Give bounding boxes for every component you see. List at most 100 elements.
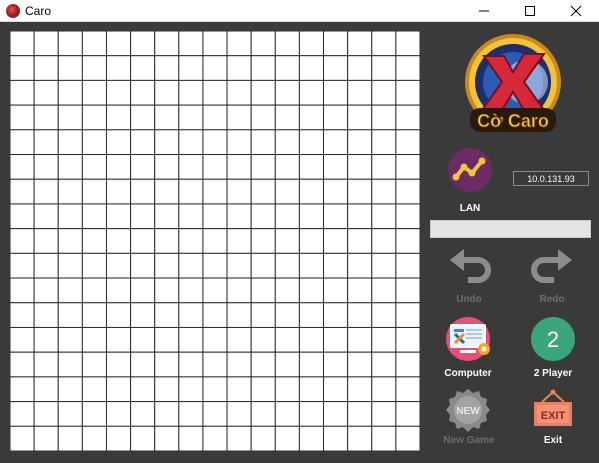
board-cell[interactable] xyxy=(347,401,373,427)
board-cell[interactable] xyxy=(10,326,35,353)
board-cell[interactable] xyxy=(33,228,59,254)
board-cell[interactable] xyxy=(298,425,325,451)
board-cell[interactable] xyxy=(178,228,204,254)
board-cell[interactable] xyxy=(130,425,156,451)
board-cell[interactable] xyxy=(178,326,204,353)
board-cell[interactable] xyxy=(250,326,276,353)
board-cell[interactable] xyxy=(250,277,276,304)
board-cell[interactable] xyxy=(371,376,397,403)
board-cell[interactable] xyxy=(298,79,325,106)
board-cell[interactable] xyxy=(395,203,420,230)
board-cell[interactable] xyxy=(323,129,349,156)
board-cell[interactable] xyxy=(154,154,180,180)
board-cell[interactable] xyxy=(298,376,325,403)
board-cell[interactable] xyxy=(395,129,420,156)
board-cell[interactable] xyxy=(347,203,373,230)
board-cell[interactable] xyxy=(202,79,228,106)
board-cell[interactable] xyxy=(226,228,252,254)
board-cell[interactable] xyxy=(178,203,204,230)
board-cell[interactable] xyxy=(81,129,107,156)
board-cell[interactable] xyxy=(57,277,83,304)
board-cell[interactable] xyxy=(10,129,35,156)
board-cell[interactable] xyxy=(130,55,156,81)
board-cell[interactable] xyxy=(33,178,59,205)
board-cell[interactable] xyxy=(323,104,349,131)
board-cell[interactable] xyxy=(250,104,276,131)
board-cell[interactable] xyxy=(130,351,156,378)
board-cell[interactable] xyxy=(202,203,228,230)
board-cell[interactable] xyxy=(250,425,276,451)
board-cell[interactable] xyxy=(371,302,397,328)
board-cell[interactable] xyxy=(347,302,373,328)
board-cell[interactable] xyxy=(10,351,35,378)
board-cell[interactable] xyxy=(298,228,325,254)
board-cell[interactable] xyxy=(154,129,180,156)
exit-button[interactable]: EXIT xyxy=(523,388,583,438)
board-cell[interactable] xyxy=(33,55,59,81)
board-cell[interactable] xyxy=(323,252,349,279)
board-cell[interactable] xyxy=(57,351,83,378)
board-cell[interactable] xyxy=(81,252,107,279)
board-cell[interactable] xyxy=(178,55,204,81)
board-cell[interactable] xyxy=(395,79,420,106)
board-cell[interactable] xyxy=(178,154,204,180)
board-cell[interactable] xyxy=(178,425,204,451)
board-cell[interactable] xyxy=(274,104,300,131)
board-cell[interactable] xyxy=(202,277,228,304)
board-cell[interactable] xyxy=(33,154,59,180)
board-cell[interactable] xyxy=(347,351,373,378)
board-cell[interactable] xyxy=(274,154,300,180)
board-cell[interactable] xyxy=(323,203,349,230)
board-cell[interactable] xyxy=(130,31,156,57)
board-cell[interactable] xyxy=(105,129,132,156)
board-cell[interactable] xyxy=(154,252,180,279)
board-cell[interactable] xyxy=(250,178,276,205)
board-cell[interactable] xyxy=(298,178,325,205)
board-cell[interactable] xyxy=(323,277,349,304)
board-cell[interactable] xyxy=(274,401,300,427)
board-cell[interactable] xyxy=(274,351,300,378)
board-cell[interactable] xyxy=(298,326,325,353)
board-cell[interactable] xyxy=(202,55,228,81)
board-cell[interactable] xyxy=(250,55,276,81)
board-cell[interactable] xyxy=(81,79,107,106)
board-cell[interactable] xyxy=(178,351,204,378)
board-cell[interactable] xyxy=(371,351,397,378)
board-cell[interactable] xyxy=(226,277,252,304)
board-cell[interactable] xyxy=(323,228,349,254)
board-cell[interactable] xyxy=(81,55,107,81)
board-cell[interactable] xyxy=(57,129,83,156)
board-cell[interactable] xyxy=(226,425,252,451)
board-cell[interactable] xyxy=(105,425,132,451)
board-cell[interactable] xyxy=(371,178,397,205)
board-cell[interactable] xyxy=(226,129,252,156)
board-cell[interactable] xyxy=(57,302,83,328)
board-cell[interactable] xyxy=(154,277,180,304)
board-cell[interactable] xyxy=(154,351,180,378)
board-cell[interactable] xyxy=(250,376,276,403)
board-cell[interactable] xyxy=(10,104,35,131)
board-cell[interactable] xyxy=(226,203,252,230)
board-cell[interactable] xyxy=(347,252,373,279)
board-cell[interactable] xyxy=(130,154,156,180)
board-cell[interactable] xyxy=(202,401,228,427)
board-cell[interactable] xyxy=(395,228,420,254)
board-cell[interactable] xyxy=(105,277,132,304)
board-cell[interactable] xyxy=(81,178,107,205)
board-cell[interactable] xyxy=(33,351,59,378)
board-cell[interactable] xyxy=(323,79,349,106)
board-cell[interactable] xyxy=(10,425,35,451)
board-cell[interactable] xyxy=(154,178,180,205)
board-cell[interactable] xyxy=(81,104,107,131)
redo-button[interactable] xyxy=(522,246,582,296)
board-cell[interactable] xyxy=(371,31,397,57)
board-cell[interactable] xyxy=(323,326,349,353)
board-cell[interactable] xyxy=(202,252,228,279)
board-cell[interactable] xyxy=(250,31,276,57)
board-cell[interactable] xyxy=(81,277,107,304)
board-cell[interactable] xyxy=(178,302,204,328)
board-cell[interactable] xyxy=(130,178,156,205)
board-cell[interactable] xyxy=(57,55,83,81)
board-cell[interactable] xyxy=(274,302,300,328)
board-cell[interactable] xyxy=(371,277,397,304)
